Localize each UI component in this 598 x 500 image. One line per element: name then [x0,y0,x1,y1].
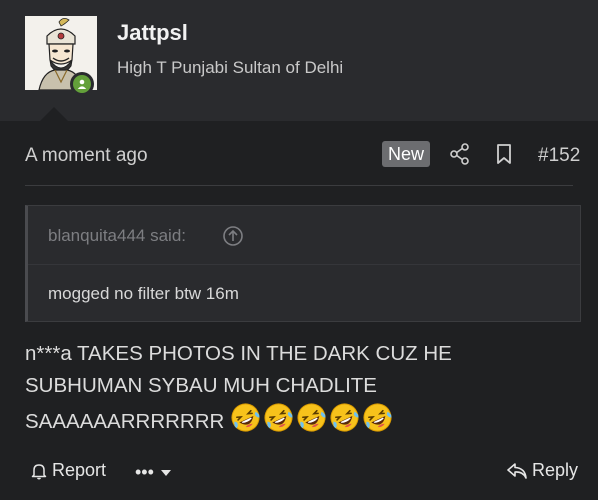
more-label: ••• [135,462,154,482]
report-label: Report [52,460,107,480]
more-options-button[interactable]: ••• [135,462,172,483]
rofl-emoji [363,403,392,432]
post-user-header: Jattpsl High T Punjabi Sultan of Delhi [0,0,598,121]
new-badge: New [382,141,431,167]
report-button[interactable]: Report [30,460,106,481]
rofl-emoji [231,403,260,432]
message-line: SUBHUMAN SYBAU MUH CHADLITE [25,374,377,397]
quote-author[interactable]: blanquita444 said: [48,226,186,246]
quote-block: blanquita444 said: mogged no filter btw … [25,205,581,322]
reply-arrow-icon [507,462,527,479]
post-message: n***a TAKES PHOTOS IN THE DARK CUZ HE SU… [25,338,585,438]
rofl-emoji [264,403,293,432]
reply-button[interactable]: Reply [506,460,578,481]
username[interactable]: Jattpsl [117,20,188,46]
post-number-link[interactable]: #152 [538,145,580,167]
rofl-emoji [330,403,359,432]
user-title: High T Punjabi Sultan of Delhi [117,58,344,77]
bell-icon [31,463,47,479]
message-line-3: SAAAAAARRRRRRR [25,402,585,438]
online-status-indicator [70,72,94,96]
caret-down-icon [160,469,171,476]
reply-label: Reply [532,460,579,480]
jump-to-quote-icon[interactable] [222,225,244,252]
bookmark-icon[interactable] [495,143,513,170]
message-line: n***a TAKES PHOTOS IN THE DARK CUZ HE [25,342,452,365]
meta-divider [25,185,573,186]
quote-header: blanquita444 said: [28,206,580,265]
header-pointer [40,107,68,121]
message-line: SAAAAAARRRRRRR [25,410,225,433]
quote-text: mogged no filter btw 16m [48,284,239,303]
share-icon[interactable] [450,143,470,170]
rofl-emoji [297,403,326,432]
rofl-emoji-row [230,402,393,433]
user-icon [77,79,87,89]
post-timestamp[interactable]: A moment ago [25,145,148,167]
